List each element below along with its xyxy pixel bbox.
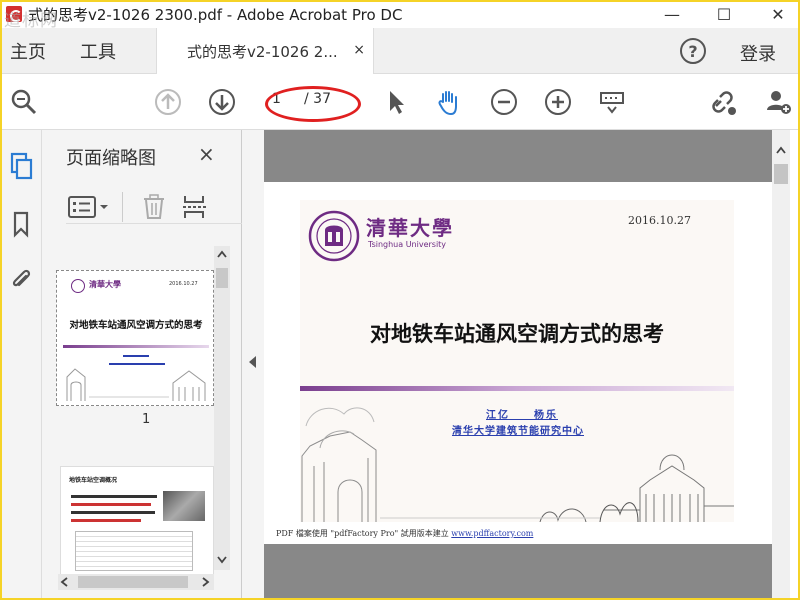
thumb-date: 2016.10.27 [169, 281, 198, 287]
thumbnail-horizontal-scrollbar[interactable] [58, 574, 214, 590]
document-tab-label: 式的思考v2-1026 2... [187, 42, 338, 61]
zoom-in-icon[interactable] [544, 88, 572, 116]
thumb2-table [75, 531, 193, 571]
attachment-icon[interactable] [8, 266, 34, 294]
panel-title: 页面缩略图 [66, 148, 156, 169]
scroll-down-arrow-icon[interactable] [217, 556, 227, 564]
share-link-icon[interactable] [710, 88, 738, 116]
window-title: 式的思考v2-1026 2300.pdf - Adobe Acrobat Pro… [28, 5, 403, 24]
tsinghua-seal-logo [308, 210, 360, 262]
collapse-arrow-icon[interactable] [249, 356, 257, 368]
tool-divider [122, 192, 123, 222]
title-bar: 道标网 式的思考v2-1026 2300.pdf - Adobe Acrobat… [2, 2, 798, 31]
login-button[interactable]: 登录 [740, 40, 776, 66]
thumbnails-panel: 页面缩略图 × 清華大學 2016.10.27 对地铁车站通风空调方式的思考 1… [42, 130, 242, 598]
select-cursor-icon[interactable] [382, 88, 410, 116]
thumb2-text-line [71, 511, 155, 514]
thumb2-text-line [71, 519, 141, 522]
menu-bar: 主页 工具 式的思考v2-1026 2... × ? 登录 [2, 28, 798, 74]
close-window-button[interactable]: ✕ [758, 2, 798, 26]
pdf-trial-footer: PDF 檔案使用 "pdfFactory Pro" 試用版本建立 www.pdf… [276, 528, 533, 539]
pdf-footer-text: PDF 檔案使用 "pdfFactory Pro" 試用版本建立 [276, 529, 449, 538]
thumb-slide-title: 对地铁车站通风空调方式的思考 [69, 320, 203, 331]
document-view: 清華大學 Tsinghua University 2016.10.27 对地铁车… [264, 130, 772, 598]
thumbnail-hscroll-thumb[interactable] [78, 576, 188, 588]
previous-page-icon[interactable] [154, 88, 182, 116]
zoom-out-icon[interactable] [490, 88, 518, 116]
page-gap-bottom [264, 544, 772, 598]
thumb2-text-line [71, 503, 151, 506]
home-menu[interactable]: 主页 [10, 38, 46, 64]
thumb2-heading: 地铁车站空调概况 [69, 477, 118, 484]
page-thumbnail-1[interactable]: 清華大學 2016.10.27 对地铁车站通风空调方式的思考 [56, 270, 214, 406]
thumb2-text-line [71, 495, 157, 498]
thumb-logo-text: 清華大學 [89, 280, 121, 289]
slide-date: 2016.10.27 [628, 214, 691, 227]
panel-toolbar [66, 188, 242, 224]
add-user-icon[interactable] [764, 88, 792, 116]
acrobat-window: 道标网 式的思考v2-1026 2300.pdf - Adobe Acrobat… [2, 2, 798, 598]
toolbar [2, 74, 798, 130]
next-page-icon[interactable] [208, 88, 236, 116]
panel-collapse-handle[interactable] [242, 130, 264, 598]
page-thumbnail-2[interactable]: 地铁车站空调概况 [60, 466, 214, 576]
red-ellipse-annotation [265, 86, 361, 122]
help-button[interactable]: ? [680, 38, 706, 64]
close-panel-button[interactable]: × [198, 142, 215, 166]
thumb2-photo [163, 491, 205, 521]
slide: 清華大學 Tsinghua University 2016.10.27 对地铁车… [300, 200, 734, 522]
close-tab-button[interactable]: × [353, 42, 365, 58]
zoom-search-icon[interactable] [10, 88, 38, 116]
thumbnail-1-page-number: 1 [142, 412, 151, 427]
document-tab[interactable]: 式的思考v2-1026 2... × [156, 28, 374, 74]
document-vertical-scrollbar[interactable] [772, 130, 790, 598]
pdf-page: 清華大學 Tsinghua University 2016.10.27 对地铁车… [264, 182, 772, 544]
thumb-band [63, 345, 209, 348]
thumbnail-scroll-thumb[interactable] [216, 268, 228, 288]
options-menu-icon[interactable] [68, 196, 112, 218]
pdf-footer-link[interactable]: www.pdffactory.com [451, 529, 533, 538]
scroll-left-arrow-icon[interactable] [60, 577, 68, 587]
delete-page-icon[interactable] [142, 194, 166, 220]
left-nav-rail [2, 130, 42, 598]
tools-menu[interactable]: 工具 [80, 38, 116, 64]
acrobat-app-icon [6, 6, 22, 22]
page-gap-top [264, 130, 772, 182]
keyboard-view-icon[interactable] [598, 88, 626, 116]
doc-scroll-up-arrow-icon[interactable] [776, 146, 786, 154]
document-scroll-thumb[interactable] [774, 164, 788, 184]
scroll-right-arrow-icon[interactable] [202, 577, 210, 587]
minimize-button[interactable]: — [652, 2, 692, 26]
scroll-up-arrow-icon[interactable] [217, 250, 227, 258]
page-thumbnails-icon[interactable] [8, 152, 34, 180]
campus-sketch-illustration [301, 407, 734, 522]
slide-purple-band [300, 386, 734, 391]
slide-title: 对地铁车站通风空调方式的思考 [370, 322, 664, 346]
logo-subtitle: Tsinghua University [368, 240, 447, 249]
split-page-icon[interactable] [182, 194, 208, 220]
logo-calligraphy: 清華大學 [366, 216, 454, 240]
thumb-campus-sketch [66, 368, 206, 401]
bookmark-icon[interactable] [8, 210, 34, 238]
thumbnail-vertical-scrollbar[interactable] [214, 246, 230, 570]
thumb-logo-seal [71, 279, 85, 293]
hand-tool-icon[interactable] [434, 88, 462, 116]
maximize-button[interactable]: ☐ [704, 2, 744, 26]
